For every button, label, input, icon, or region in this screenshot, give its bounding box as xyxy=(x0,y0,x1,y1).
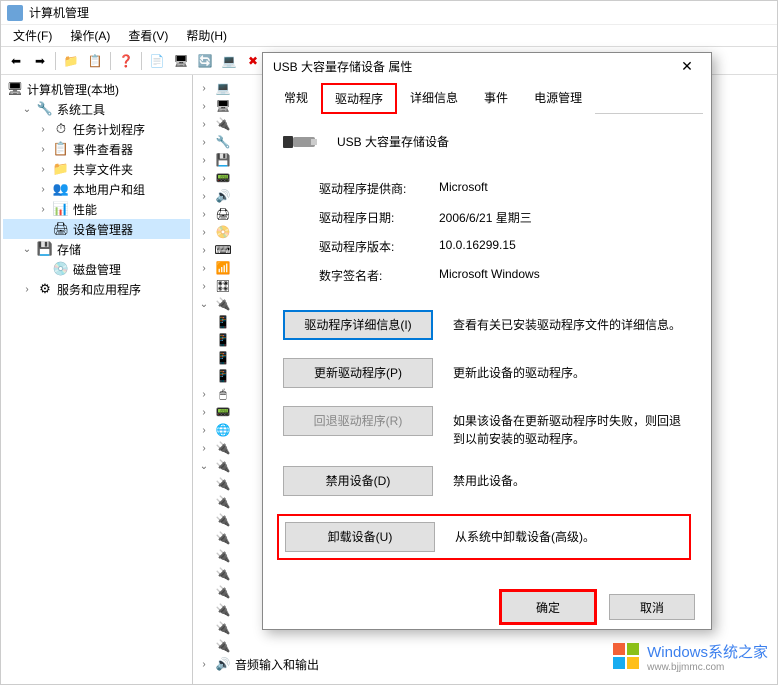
disable-device-button[interactable]: 禁用设备(D) xyxy=(283,466,433,496)
expand-icon[interactable]: › xyxy=(37,124,49,135)
cancel-button[interactable]: 取消 xyxy=(609,594,695,620)
tools-icon: 🔧 xyxy=(37,101,53,117)
watermark-url: www.bjjmmc.com xyxy=(647,662,768,673)
uninstall-highlight: 卸载设备(U) 从系统中卸载设备(高级)。 xyxy=(277,514,691,560)
tab-power[interactable]: 电源管理 xyxy=(521,83,595,114)
tree-root[interactable]: 🖥 计算机管理(本地) xyxy=(3,79,190,99)
close-button[interactable]: ✕ xyxy=(667,53,707,79)
ok-button[interactable]: 确定 xyxy=(499,589,597,625)
dialog-footer: 确定 取消 xyxy=(263,586,711,629)
expand-icon[interactable]: ⌄ xyxy=(21,244,33,255)
tree-event-viewer[interactable]: › 📋 事件查看器 xyxy=(3,139,190,159)
version-value: 10.0.16299.15 xyxy=(439,238,691,255)
disable-device-row: 禁用设备(D) 禁用此设备。 xyxy=(283,466,691,496)
tab-general[interactable]: 常规 xyxy=(271,83,321,114)
users-icon: 👥 xyxy=(53,181,69,197)
uninstall-device-description: 从系统中卸载设备(高级)。 xyxy=(455,522,683,546)
properties-dialog: USB 大容量存储设备 属性 ✕ 常规 驱动程序 详细信息 事件 电源管理 US… xyxy=(262,52,712,630)
watermark-title: Windows系统之家 xyxy=(647,641,768,662)
device-name: USB 大容量存储设备 xyxy=(337,133,449,150)
tree-device-manager[interactable]: 🖨 设备管理器 xyxy=(3,219,190,239)
tree-system-tools[interactable]: ⌄ 🔧 系统工具 xyxy=(3,99,190,119)
navigation-tree: 🖥 计算机管理(本地) ⌄ 🔧 系统工具 › ⏱ 任务计划程序 › 📋 事件查看… xyxy=(1,75,193,684)
toolbar-up[interactable]: 📁 xyxy=(60,50,82,72)
computer-icon: 🖥 xyxy=(7,81,23,97)
rollback-driver-button: 回退驱动程序(R) xyxy=(283,406,433,436)
uninstall-device-button[interactable]: 卸载设备(U) xyxy=(285,522,435,552)
usb-device-icon xyxy=(283,128,319,156)
app-icon xyxy=(7,5,23,21)
expand-icon[interactable]: › xyxy=(21,284,33,295)
expand-icon[interactable]: › xyxy=(37,184,49,195)
tab-driver[interactable]: 驱动程序 xyxy=(321,83,397,114)
driver-details-button[interactable]: 驱动程序详细信息(I) xyxy=(283,310,433,340)
tree-services-apps[interactable]: › ⚙ 服务和应用程序 xyxy=(3,279,190,299)
provider-label: 驱动程序提供商: xyxy=(319,180,439,197)
menu-bar: 文件(F) 操作(A) 查看(V) 帮助(H) xyxy=(1,25,777,47)
tree-local-users[interactable]: › 👥 本地用户和组 xyxy=(3,179,190,199)
toolbar-remove[interactable]: ✖ xyxy=(242,50,264,72)
services-icon: ⚙ xyxy=(37,281,53,297)
expand-icon[interactable]: › xyxy=(37,164,49,175)
toolbar-back[interactable]: ⬅ xyxy=(5,50,27,72)
disable-device-description: 禁用此设备。 xyxy=(453,466,691,490)
toolbar-forward[interactable]: ➡ xyxy=(29,50,51,72)
menu-action[interactable]: 操作(A) xyxy=(62,25,118,46)
dialog-title: USB 大容量存储设备 属性 xyxy=(273,58,412,75)
windows-logo-icon xyxy=(613,643,641,671)
date-label: 驱动程序日期: xyxy=(319,209,439,226)
expand-icon[interactable]: › xyxy=(37,204,49,215)
rollback-driver-description: 如果该设备在更新驱动程序时失败，则回退到以前安装的驱动程序。 xyxy=(453,406,691,448)
update-driver-row: 更新驱动程序(P) 更新此设备的驱动程序。 xyxy=(283,358,691,388)
toolbar-separator xyxy=(110,52,111,70)
dialog-body: USB 大容量存储设备 驱动程序提供商: Microsoft 驱动程序日期: 2… xyxy=(263,114,711,586)
storage-icon: 💾 xyxy=(37,241,53,257)
scheduler-icon: ⏱ xyxy=(53,121,69,137)
tab-events[interactable]: 事件 xyxy=(471,83,521,114)
date-value: 2006/6/21 星期三 xyxy=(439,209,691,226)
window-title: 计算机管理 xyxy=(29,4,89,21)
toolbar-view[interactable]: 📋 xyxy=(84,50,106,72)
title-bar: 计算机管理 xyxy=(1,1,777,25)
toolbar-refresh[interactable]: 🔄 xyxy=(194,50,216,72)
events-icon: 📋 xyxy=(53,141,69,157)
version-label: 驱动程序版本: xyxy=(319,238,439,255)
device-header: USB 大容量存储设备 xyxy=(283,128,691,156)
provider-value: Microsoft xyxy=(439,180,691,197)
dialog-tabs: 常规 驱动程序 详细信息 事件 电源管理 xyxy=(271,82,703,114)
toolbar-devices[interactable]: 💻 xyxy=(218,50,240,72)
driver-details-description: 查看有关已安装驱动程序文件的详细信息。 xyxy=(453,310,691,334)
performance-icon: 📊 xyxy=(53,201,69,217)
tree-disk-mgmt[interactable]: 💿 磁盘管理 xyxy=(3,259,190,279)
dialog-title-bar: USB 大容量存储设备 属性 ✕ xyxy=(263,53,711,80)
expand-icon[interactable]: ⌄ xyxy=(21,104,33,115)
driver-info: 驱动程序提供商: Microsoft 驱动程序日期: 2006/6/21 星期三… xyxy=(319,180,691,284)
disk-icon: 💿 xyxy=(53,261,69,277)
toolbar-help[interactable]: ❓ xyxy=(115,50,137,72)
toolbar-scan[interactable]: 🖥 xyxy=(170,50,192,72)
tree-shared-folders[interactable]: › 📁 共享文件夹 xyxy=(3,159,190,179)
signer-value: Microsoft Windows xyxy=(439,267,691,284)
toolbar-separator xyxy=(141,52,142,70)
menu-view[interactable]: 查看(V) xyxy=(120,25,176,46)
toolbar-separator xyxy=(55,52,56,70)
folder-icon: 📁 xyxy=(53,161,69,177)
menu-help[interactable]: 帮助(H) xyxy=(178,25,235,46)
expand-icon[interactable]: › xyxy=(37,144,49,155)
device-icon: 🖨 xyxy=(53,221,69,237)
tab-details[interactable]: 详细信息 xyxy=(397,83,471,114)
tree-performance[interactable]: › 📊 性能 xyxy=(3,199,190,219)
menu-file[interactable]: 文件(F) xyxy=(5,25,60,46)
driver-details-row: 驱动程序详细信息(I) 查看有关已安装驱动程序文件的详细信息。 xyxy=(283,310,691,340)
tree-task-scheduler[interactable]: › ⏱ 任务计划程序 xyxy=(3,119,190,139)
watermark: Windows系统之家 www.bjjmmc.com xyxy=(613,641,768,673)
rollback-driver-row: 回退驱动程序(R) 如果该设备在更新驱动程序时失败，则回退到以前安装的驱动程序。 xyxy=(283,406,691,448)
tree-storage[interactable]: ⌄ 💾 存储 xyxy=(3,239,190,259)
toolbar-properties[interactable]: 📄 xyxy=(146,50,168,72)
uninstall-device-row: 卸载设备(U) 从系统中卸载设备(高级)。 xyxy=(279,522,683,552)
signer-label: 数字签名者: xyxy=(319,267,439,284)
update-driver-description: 更新此设备的驱动程序。 xyxy=(453,358,691,382)
update-driver-button[interactable]: 更新驱动程序(P) xyxy=(283,358,433,388)
